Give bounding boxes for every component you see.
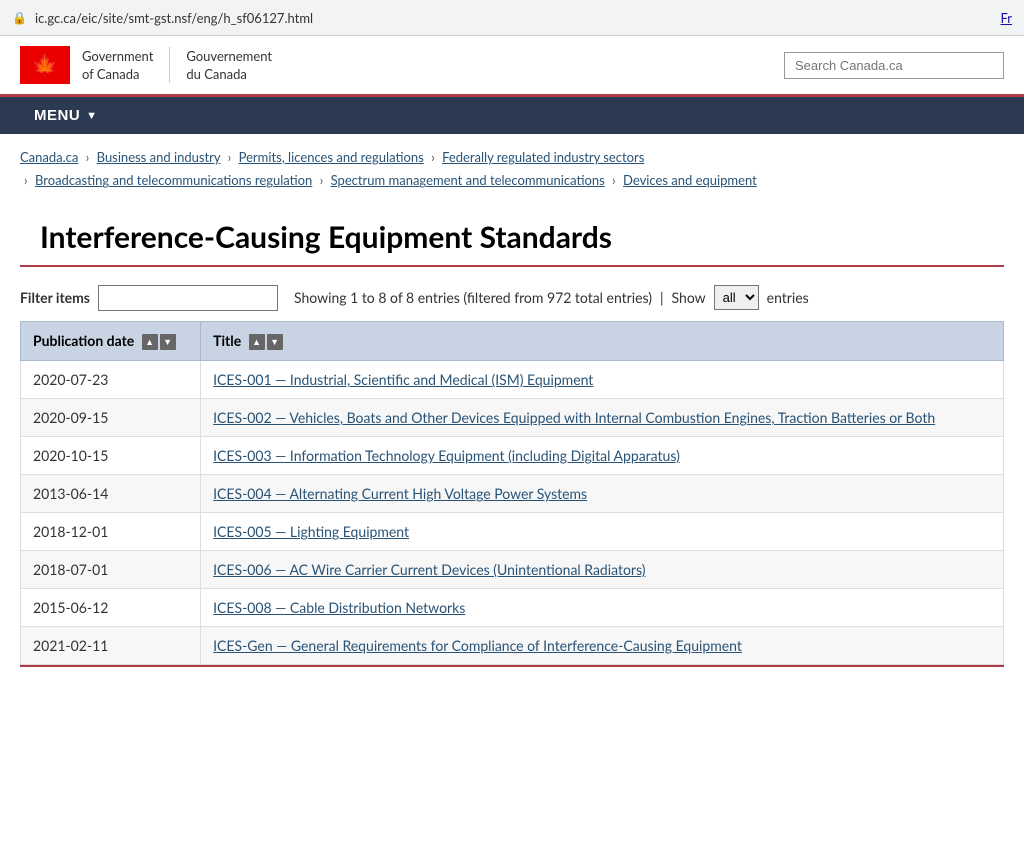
nav-menu: MENU ▼: [0, 97, 1024, 134]
browser-bar: 🔒 ic.gc.ca/eic/site/smt-gst.nsf/eng/h_sf…: [0, 0, 1024, 36]
lock-icon: 🔒: [12, 10, 27, 25]
gov-name-en: Government of Canada: [82, 47, 153, 83]
menu-button[interactable]: MENU ▼: [20, 97, 112, 134]
show-label: Show: [672, 289, 706, 306]
maple-leaf-icon: 🍁: [31, 51, 58, 79]
breadcrumb-federally[interactable]: Federally regulated industry sectors: [442, 149, 644, 165]
header-divider: [169, 47, 170, 83]
cell-date: 2021-02-11: [21, 627, 201, 665]
table-row: 2015-06-12 ICES-008 — Cable Distribution …: [21, 589, 1004, 627]
table-header-row: Publication date ▲ ▼ Title ▲ ▼: [21, 321, 1004, 360]
table-row: 2020-09-15 ICES-002 — Vehicles, Boats and…: [21, 399, 1004, 437]
title-sort-desc[interactable]: ▼: [267, 334, 283, 350]
title-sort-buttons: ▲ ▼: [249, 334, 283, 350]
gov-name-fr: Gouvernement du Canada: [186, 47, 272, 83]
date-sort-buttons: ▲ ▼: [142, 334, 176, 350]
col-header-date: Publication date ▲ ▼: [21, 321, 201, 360]
cell-title: ICES-004 — Alternating Current High Volt…: [201, 475, 1004, 513]
cell-title: ICES-006 — AC Wire Carrier Current Devic…: [201, 551, 1004, 589]
header-left: 🍁 Government of Canada Gouvernement du C…: [20, 46, 272, 84]
chevron-down-icon: ▼: [86, 110, 97, 122]
entry-link[interactable]: ICES-004 — Alternating Current High Volt…: [213, 485, 587, 502]
cell-title: ICES-002 — Vehicles, Boats and Other Dev…: [201, 399, 1004, 437]
breadcrumb-business[interactable]: Business and industry: [97, 149, 221, 165]
filter-input[interactable]: [98, 285, 278, 311]
page-title: Interference-Causing Equipment Standards: [40, 219, 984, 255]
canada-flag: 🍁: [20, 46, 70, 84]
cell-date: 2020-10-15: [21, 437, 201, 475]
entry-link[interactable]: ICES-001 — Industrial, Scientific and Me…: [213, 371, 593, 388]
breadcrumb-spectrum[interactable]: Spectrum management and telecommunicatio…: [331, 172, 605, 188]
search-container: [784, 52, 1004, 79]
pipe-separator: |: [660, 289, 664, 306]
cell-date: 2013-06-14: [21, 475, 201, 513]
entry-link[interactable]: ICES-002 — Vehicles, Boats and Other Dev…: [213, 409, 935, 426]
entry-link[interactable]: ICES-005 — Lighting Equipment: [213, 523, 409, 540]
table-row: 2020-07-23 ICES-001 — Industrial, Scienti…: [21, 361, 1004, 399]
filter-label: Filter items: [20, 289, 90, 306]
cell-date: 2018-12-01: [21, 513, 201, 551]
data-table: Publication date ▲ ▼ Title ▲ ▼ 2020-07-2…: [20, 321, 1004, 665]
cell-title: ICES-003 — Information Technology Equipm…: [201, 437, 1004, 475]
filter-info: Showing 1 to 8 of 8 entries (filtered fr…: [294, 289, 652, 306]
cell-title: ICES-Gen — General Requirements for Comp…: [201, 627, 1004, 665]
title-sort-asc[interactable]: ▲: [249, 334, 265, 350]
entry-link[interactable]: ICES-003 — Information Technology Equipm…: [213, 447, 680, 464]
entry-link[interactable]: ICES-Gen — General Requirements for Comp…: [213, 637, 742, 654]
cell-title: ICES-001 — Industrial, Scientific and Me…: [201, 361, 1004, 399]
col-header-title: Title ▲ ▼: [201, 321, 1004, 360]
cell-title: ICES-008 — Cable Distribution Networks: [201, 589, 1004, 627]
breadcrumb: Canada.ca › Business and industry › Perm…: [0, 134, 1024, 199]
table-row: 2018-12-01 ICES-005 — Lighting Equipment: [21, 513, 1004, 551]
date-sort-desc[interactable]: ▼: [160, 334, 176, 350]
cell-date: 2020-07-23: [21, 361, 201, 399]
cell-date: 2018-07-01: [21, 551, 201, 589]
site-header: 🍁 Government of Canada Gouvernement du C…: [0, 36, 1024, 97]
table-row: 2013-06-14 ICES-004 — Alternating Current…: [21, 475, 1004, 513]
browser-url: ic.gc.ca/eic/site/smt-gst.nsf/eng/h_sf06…: [35, 10, 313, 26]
entry-link[interactable]: ICES-006 — AC Wire Carrier Current Devic…: [213, 561, 645, 578]
table-row: 2018-07-01 ICES-006 — AC Wire Carrier Cur…: [21, 551, 1004, 589]
bottom-rule: [20, 665, 1004, 667]
entries-label: entries: [767, 289, 809, 306]
breadcrumb-devices[interactable]: Devices and equipment: [623, 172, 757, 188]
cell-date: 2020-09-15: [21, 399, 201, 437]
date-sort-asc[interactable]: ▲: [142, 334, 158, 350]
breadcrumb-permits[interactable]: Permits, licences and regulations: [239, 149, 424, 165]
entry-link[interactable]: ICES-008 — Cable Distribution Networks: [213, 599, 465, 616]
breadcrumb-canada[interactable]: Canada.ca: [20, 149, 78, 165]
table-row: 2021-02-11 ICES-Gen — General Requirement…: [21, 627, 1004, 665]
breadcrumb-broadcasting[interactable]: Broadcasting and telecommunications regu…: [35, 172, 312, 188]
cell-title: ICES-005 — Lighting Equipment: [201, 513, 1004, 551]
show-entries-select[interactable]: all 10 25 50: [714, 285, 759, 310]
table-row: 2020-10-15 ICES-003 — Information Technol…: [21, 437, 1004, 475]
page-title-section: Interference-Causing Equipment Standards: [20, 199, 1004, 267]
cell-date: 2015-06-12: [21, 589, 201, 627]
search-input[interactable]: [784, 52, 1004, 79]
filter-row: Filter items Showing 1 to 8 of 8 entries…: [0, 267, 1024, 321]
lang-switch-link[interactable]: Fr: [1000, 10, 1012, 26]
